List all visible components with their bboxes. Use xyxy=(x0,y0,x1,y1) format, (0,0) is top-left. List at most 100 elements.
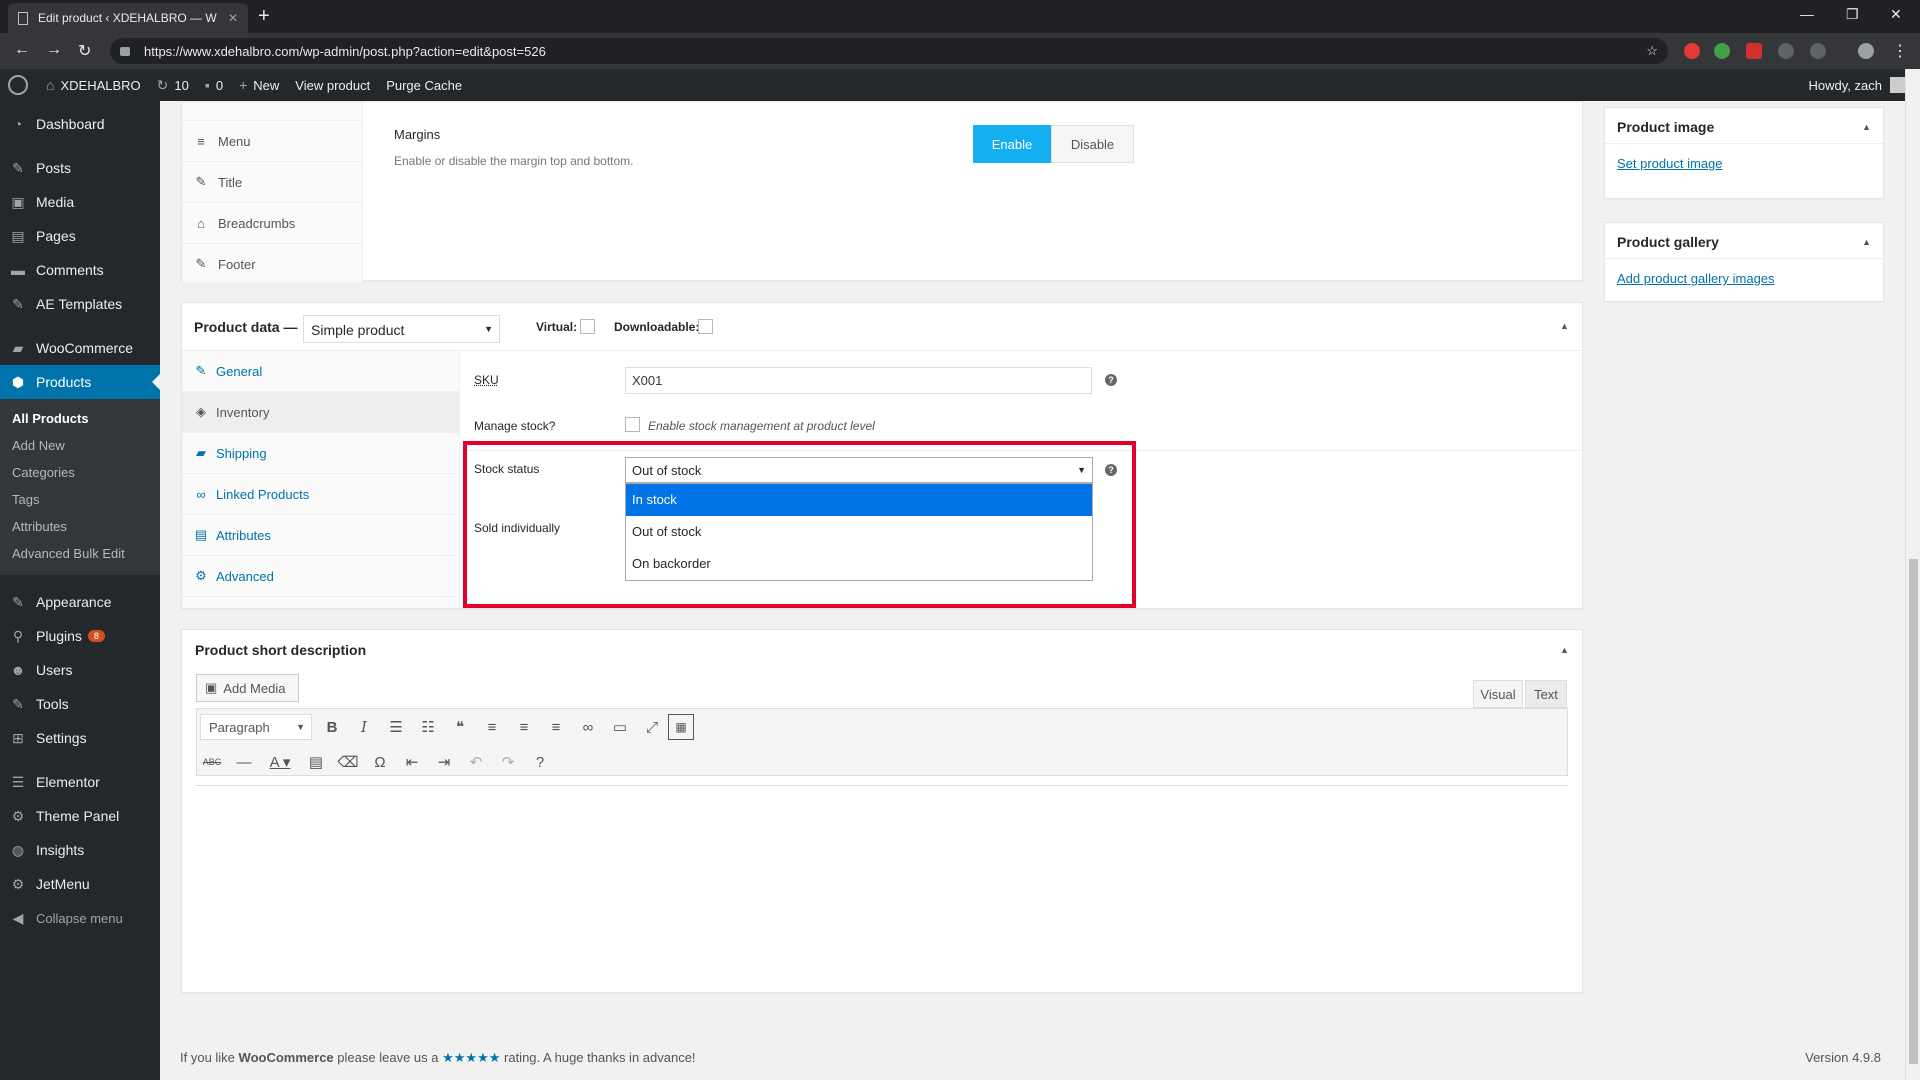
collapse-toggle-icon[interactable]: ▲ xyxy=(1560,321,1569,331)
rating-stars-link[interactable]: ★★★★★ xyxy=(442,1050,500,1065)
help-icon[interactable]: ? xyxy=(524,747,556,777)
sidebar-item-tools[interactable]: ✎ Tools xyxy=(0,687,160,721)
page-scrollbar[interactable] xyxy=(1905,69,1920,1080)
sidebar-item-dashboard[interactable]: ◔ Dashboard xyxy=(0,107,160,141)
account-menu[interactable]: Howdy, zach xyxy=(1809,77,1920,93)
extension-icon[interactable] xyxy=(1684,43,1700,59)
sidebar-item-plugins[interactable]: ⚲ Plugins 8 xyxy=(0,619,160,653)
margins-enable-button[interactable]: Enable xyxy=(973,125,1051,163)
settings-tab-breadcrumbs[interactable]: ⌂ Breadcrumbs xyxy=(182,203,362,244)
new-tab-icon[interactable]: + xyxy=(258,5,270,28)
sidebar-item-products[interactable]: ⬢ Products xyxy=(0,365,160,399)
sidebar-item-comments[interactable]: ▬ Comments xyxy=(0,253,160,287)
submenu-attributes[interactable]: Attributes xyxy=(0,513,160,540)
forward-icon[interactable]: → xyxy=(46,41,62,59)
fullscreen-icon[interactable]: ⤢ xyxy=(636,712,668,742)
text-color-icon[interactable]: A ▾ xyxy=(260,747,300,777)
submenu-all-products[interactable]: All Products xyxy=(0,405,160,432)
sku-input[interactable] xyxy=(625,367,1092,394)
sidebar-item-media[interactable]: ▣ Media xyxy=(0,185,160,219)
outdent-icon[interactable]: ⇤ xyxy=(396,747,428,777)
browser-tab[interactable]: Edit product ‹ XDEHALBRO — W ✕ xyxy=(8,3,248,33)
margins-disable-button[interactable]: Disable xyxy=(1051,125,1134,163)
purge-cache-link[interactable]: Purge Cache xyxy=(378,78,470,93)
minimize-icon[interactable]: — xyxy=(1800,6,1814,22)
add-media-button[interactable]: ▣ Add Media xyxy=(196,674,299,702)
bookmark-star-icon[interactable]: ☆ xyxy=(1646,43,1658,59)
submenu-categories[interactable]: Categories xyxy=(0,459,160,486)
indent-icon[interactable]: ⇥ xyxy=(428,747,460,777)
new-content-link[interactable]: + New xyxy=(231,77,287,93)
sidebar-item-appearance[interactable]: ✎ Appearance xyxy=(0,585,160,619)
reload-icon[interactable]: ↻ xyxy=(78,41,91,61)
downloadable-checkbox[interactable] xyxy=(698,319,713,334)
tab-general[interactable]: ✎ General xyxy=(182,351,459,392)
url-field[interactable]: https://www.xdehalbro.com/wp-admin/post.… xyxy=(110,38,1668,64)
menu-dots-icon[interactable]: ⋮ xyxy=(1892,41,1908,61)
sidebar-item-elementor[interactable]: ☰ Elementor xyxy=(0,765,160,799)
tab-linked-products[interactable]: ∞ Linked Products xyxy=(182,474,459,515)
collapse-toggle-icon[interactable]: ▲ xyxy=(1862,237,1871,247)
format-select[interactable]: Paragraph ▼ xyxy=(200,714,312,740)
clear-formatting-icon[interactable]: ⌫ xyxy=(332,747,364,777)
blockquote-icon[interactable]: ❝ xyxy=(444,712,476,742)
sidebar-item-settings[interactable]: ⊞ Settings xyxy=(0,721,160,755)
close-tab-icon[interactable]: ✕ xyxy=(228,11,238,25)
undo-icon[interactable]: ↶ xyxy=(460,747,492,777)
collapse-toggle-icon[interactable]: ▲ xyxy=(1862,122,1871,132)
collapse-toggle-icon[interactable]: ▲ xyxy=(1560,645,1569,655)
strikethrough-icon[interactable]: ABC xyxy=(196,747,228,777)
submenu-advanced-bulk-edit[interactable]: Advanced Bulk Edit xyxy=(0,540,160,567)
submenu-tags[interactable]: Tags xyxy=(0,486,160,513)
profile-icon[interactable] xyxy=(1858,43,1874,59)
tab-inventory[interactable]: ◈ Inventory xyxy=(182,392,459,433)
sidebar-item-ae-templates[interactable]: ✎ AE Templates xyxy=(0,287,160,321)
add-gallery-images-link[interactable]: Add product gallery images xyxy=(1605,259,1883,298)
align-center-icon[interactable]: ≡ xyxy=(508,712,540,742)
editor-content-area[interactable] xyxy=(195,785,1568,980)
sidebar-item-jetmenu[interactable]: ⚙ JetMenu xyxy=(0,867,160,901)
extension-icon[interactable] xyxy=(1778,43,1794,59)
updates-link[interactable]: ↻ 10 xyxy=(149,77,197,94)
help-icon[interactable]: ? xyxy=(1105,374,1117,386)
toolbar-toggle-icon[interactable]: ▦ xyxy=(668,714,694,740)
align-right-icon[interactable]: ≡ xyxy=(540,712,572,742)
sidebar-item-pages[interactable]: ▤ Pages xyxy=(0,219,160,253)
sidebar-item-woocommerce[interactable]: ▰ WooCommerce xyxy=(0,331,160,365)
scrollbar-thumb[interactable] xyxy=(1909,559,1918,1064)
horizontal-line-icon[interactable]: — xyxy=(228,747,260,777)
bold-icon[interactable]: B xyxy=(316,712,348,742)
special-character-icon[interactable]: Ω xyxy=(364,747,396,777)
italic-icon[interactable]: I xyxy=(348,712,380,742)
tab-attributes[interactable]: ▤ Attributes xyxy=(182,515,459,556)
tab-shipping[interactable]: ▰ Shipping xyxy=(182,433,459,474)
extension-icon[interactable] xyxy=(1714,43,1730,59)
extension-icon[interactable] xyxy=(1746,43,1762,59)
text-tab[interactable]: Text xyxy=(1525,680,1567,708)
sidebar-item-posts[interactable]: ✎ Posts xyxy=(0,151,160,185)
align-left-icon[interactable]: ≡ xyxy=(476,712,508,742)
redo-icon[interactable]: ↷ xyxy=(492,747,524,777)
numbered-list-icon[interactable]: ☷ xyxy=(412,712,444,742)
restore-icon[interactable]: ❐ xyxy=(1846,6,1859,23)
settings-tab-menu[interactable]: ≡ Menu xyxy=(182,121,362,162)
tab-advanced[interactable]: ⚙ Advanced xyxy=(182,556,459,597)
back-icon[interactable]: ← xyxy=(14,41,30,59)
settings-tab-title[interactable]: ✎ Title xyxy=(182,162,362,203)
site-name-link[interactable]: ⌂ XDEHALBRO xyxy=(38,77,149,93)
virtual-checkbox[interactable] xyxy=(580,319,595,334)
submenu-add-new[interactable]: Add New xyxy=(0,432,160,459)
wordpress-logo-icon[interactable] xyxy=(8,75,28,95)
view-product-link[interactable]: View product xyxy=(287,78,378,93)
manage-stock-checkbox[interactable] xyxy=(625,417,640,432)
sidebar-item-users[interactable]: ☻ Users xyxy=(0,653,160,687)
settings-tab-footer[interactable]: ✎ Footer xyxy=(182,244,362,285)
visual-tab[interactable]: Visual xyxy=(1473,680,1523,708)
set-product-image-link[interactable]: Set product image xyxy=(1605,144,1883,183)
comments-link[interactable]: ▪ 0 xyxy=(197,77,231,93)
link-icon[interactable]: ∞ xyxy=(572,712,604,742)
collapse-menu-button[interactable]: ◀ Collapse menu xyxy=(0,901,160,935)
close-window-icon[interactable]: ✕ xyxy=(1890,6,1902,23)
sidebar-item-insights[interactable]: ◍ Insights xyxy=(0,833,160,867)
read-more-icon[interactable]: ▭ xyxy=(604,712,636,742)
